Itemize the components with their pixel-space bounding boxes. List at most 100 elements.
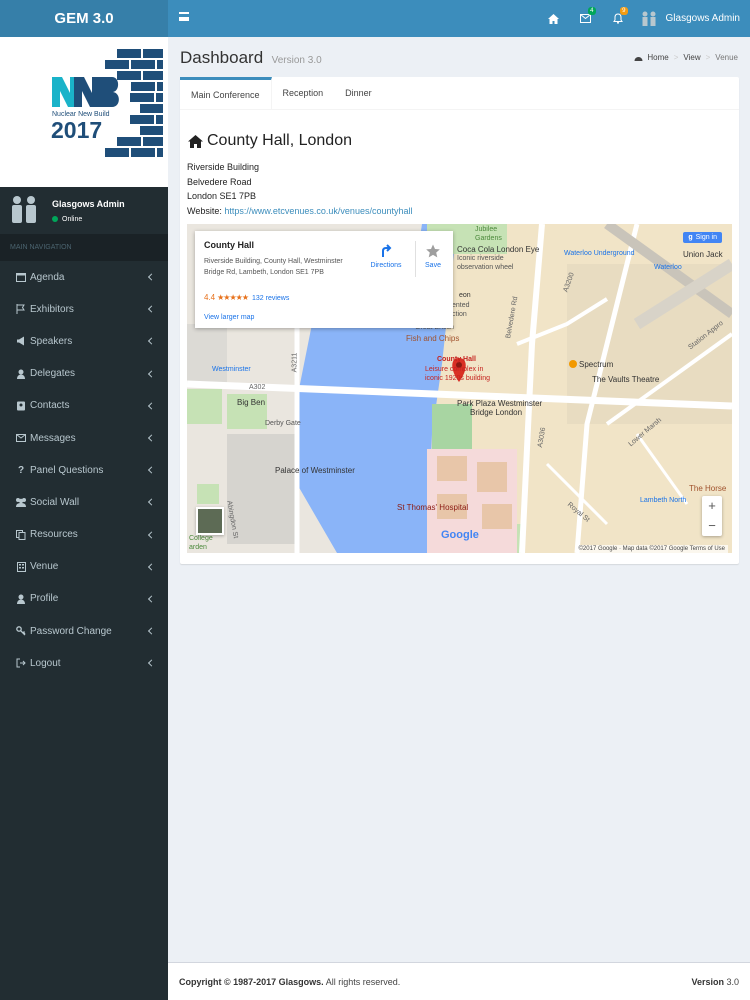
zoom-out-button[interactable]: − [702, 516, 722, 536]
chevron-left-icon [147, 402, 156, 410]
sidebar-item-messages[interactable]: Messages [0, 422, 168, 454]
page-title: Dashboard [180, 48, 264, 67]
map-label: ction [452, 311, 467, 318]
question-icon: ? [17, 464, 25, 476]
sidebar-item-exhibitors[interactable]: Exhibitors [0, 293, 168, 325]
google-sign-in-button[interactable]: g Sign in [683, 232, 722, 243]
sidebar-item-logout[interactable]: Logout [0, 647, 168, 679]
road-label: A302 [249, 384, 266, 391]
website-link[interactable]: https://www.etcvenues.co.uk/venues/count… [224, 206, 412, 216]
home-nav-button[interactable] [538, 0, 570, 37]
sidebar-item-contacts[interactable]: Contacts [0, 390, 168, 422]
sidebar-item-agenda[interactable]: Agenda [0, 261, 168, 293]
sidebar-toggle-icon[interactable] [179, 12, 189, 21]
chevron-left-icon [147, 370, 156, 378]
address-line: Belvedere Road [187, 176, 252, 187]
tab-main-conference[interactable]: Main Conference [180, 77, 272, 109]
flag-icon [12, 304, 30, 315]
chevron-left-icon [147, 627, 156, 635]
brand-logo[interactable]: GEM 3.0 [0, 0, 168, 37]
place-rating: 4.4 ★★★★★ 132 reviews [204, 293, 290, 302]
map-label: Gardens [475, 235, 502, 242]
venue-tabs: Main Conference Reception Dinner [180, 77, 739, 110]
sidebar-item-password-change[interactable]: Password Change [0, 615, 168, 647]
map-label: observation wheel [457, 264, 514, 271]
sidebar-user-name: Glasgows Admin [52, 199, 125, 209]
chevron-left-icon [147, 434, 156, 442]
home-icon [548, 13, 560, 24]
footer: Copyright © 1987-2017 Glasgows. All righ… [168, 962, 750, 1000]
footer-rights: All rights reserved. [323, 977, 401, 987]
map-label: Park Plaza Westminster [457, 399, 543, 408]
sidebar-item-profile[interactable]: Profile [0, 583, 168, 615]
star-icon [426, 244, 440, 258]
home-icon [188, 134, 203, 148]
notifications-nav-button[interactable]: 9 [602, 0, 634, 37]
chevron-left-icon [147, 273, 156, 281]
copy-icon [12, 529, 30, 540]
user-avatar-icon [12, 196, 36, 223]
map-label: Lambeth North [640, 497, 687, 504]
google-map[interactable]: Coca Cola London Eye Iconic riverside ob… [187, 224, 732, 553]
content-header: Dashboard Version 3.0 Home > View > Venu… [180, 48, 740, 72]
map-label: Coca Cola London Eye [457, 245, 540, 254]
sidebar-item-resources[interactable]: Resources [0, 519, 168, 551]
breadcrumb: Home > View > Venue [634, 53, 738, 62]
sidebar-menu: Agenda Exhibitors Speakers Delegates Con… [0, 261, 168, 679]
notifications-badge: 9 [620, 7, 628, 15]
map-copyright[interactable]: ©2017 Google · Map data ©2017 Google Ter… [575, 545, 728, 553]
user-name: Glasgows Admin [665, 13, 740, 24]
google-logo: Google [441, 529, 479, 541]
venue-address: Riverside Building Belvedere Road London… [187, 160, 412, 218]
map-label: The Vaults Theatre [592, 375, 660, 384]
zoom-in-button[interactable]: + [702, 496, 722, 516]
map-label: Union Jack [683, 250, 723, 259]
restaurant-pin-icon [569, 360, 577, 368]
map-label: iconic 1920s building [425, 375, 490, 382]
users-avatar-icon [642, 11, 656, 26]
map-label: Fish and Chips [406, 334, 460, 343]
user-icon [12, 369, 30, 379]
map-label: Waterloo Underground [564, 250, 635, 257]
google-g-icon: g [688, 234, 693, 241]
satellite-toggle-button[interactable] [196, 507, 224, 535]
chevron-left-icon [147, 305, 156, 313]
directions-button[interactable]: Directions [361, 244, 411, 269]
reviews-link[interactable]: 132 reviews [252, 295, 289, 302]
sidebar-item-speakers[interactable]: Speakers [0, 325, 168, 357]
breadcrumb-view[interactable]: View [683, 53, 700, 62]
map-label: arden [189, 544, 207, 551]
map-label: Waterloo [654, 264, 682, 271]
bullhorn-icon [12, 336, 30, 346]
sidebar-item-delegates[interactable]: Delegates [0, 358, 168, 390]
tab-reception[interactable]: Reception [272, 77, 335, 109]
divider [415, 241, 416, 277]
top-navbar: GEM 3.0 4 9 Glasgows Admin [0, 0, 750, 37]
key-icon [12, 626, 30, 636]
tab-dinner[interactable]: Dinner [334, 77, 383, 109]
map-label: Big Ben [237, 398, 266, 407]
sidebar-item-social-wall[interactable]: Social Wall [0, 486, 168, 518]
venue-box: Main Conference Reception Dinner County … [180, 77, 739, 564]
map-label: County Hall [437, 356, 476, 363]
view-larger-map-link[interactable]: View larger map [204, 314, 254, 321]
user-icon [12, 594, 30, 604]
user-menu[interactable]: Glasgows Admin [634, 0, 750, 37]
place-name: County Hall [204, 240, 255, 250]
map-label: College [189, 535, 213, 542]
place-info-card: County Hall Riverside Building, County H… [195, 231, 453, 328]
sidebar-item-panel-questions[interactable]: ? Panel Questions [0, 454, 168, 486]
save-button[interactable]: Save [419, 244, 447, 269]
sidebar-item-venue[interactable]: Venue [0, 551, 168, 583]
directions-icon [382, 244, 392, 257]
map-label: Leisure complex in [425, 366, 484, 373]
dashboard-icon [634, 56, 643, 61]
breadcrumb-separator: > [705, 53, 711, 62]
chevron-left-icon [147, 531, 156, 539]
breadcrumb-home[interactable]: Home [647, 53, 668, 62]
chevron-left-icon [147, 659, 156, 667]
map-label: Jubilee [475, 226, 498, 233]
messages-nav-button[interactable]: 4 [570, 0, 602, 37]
address-line: London SE1 7PB [187, 191, 257, 201]
chevron-left-icon [147, 595, 156, 603]
